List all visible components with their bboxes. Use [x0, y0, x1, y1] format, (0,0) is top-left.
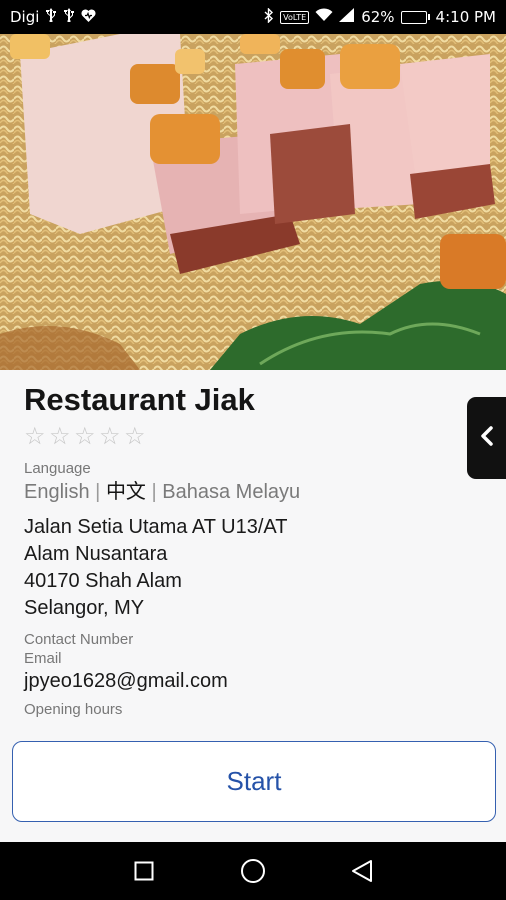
- language-selector: English | 中文 | Bahasa Melayu: [24, 480, 506, 504]
- usb-icon: [63, 8, 75, 26]
- restaurant-name: Restaurant Jiak: [24, 382, 255, 417]
- language-option-english[interactable]: English: [24, 481, 90, 503]
- restaurant-details: Restaurant Jiak ☆ ☆ ☆ ☆ ☆ Language Engli…: [0, 370, 506, 842]
- status-right: VoLTE 62% 4:10 PM: [264, 6, 496, 27]
- rating-stars[interactable]: ☆ ☆ ☆ ☆ ☆: [24, 423, 506, 449]
- address-line: Selangor, MY: [24, 597, 145, 619]
- opening-hours-label: Opening hours: [24, 701, 123, 718]
- star-icon[interactable]: ☆: [124, 423, 147, 449]
- home-button[interactable]: [233, 851, 273, 891]
- address-block: Jalan Setia Utama AT U13/AT Alam Nusanta…: [24, 514, 506, 622]
- details-scroll[interactable]: Restaurant Jiak ☆ ☆ ☆ ☆ ☆ Language Engli…: [0, 370, 506, 730]
- back-button[interactable]: [342, 851, 382, 891]
- language-separator: |: [95, 481, 101, 503]
- drawer-toggle[interactable]: [467, 397, 506, 479]
- system-nav-bar: [0, 842, 506, 900]
- star-icon[interactable]: ☆: [49, 423, 72, 449]
- status-left: Digi: [10, 8, 96, 26]
- language-separator: |: [151, 481, 157, 503]
- carrier-label: Digi: [10, 8, 40, 26]
- language-option-malay[interactable]: Bahasa Melayu: [162, 481, 300, 503]
- battery-percent: 62%: [361, 8, 395, 26]
- recents-button[interactable]: [124, 851, 164, 891]
- wifi-icon: [315, 8, 333, 26]
- address-line: Jalan Setia Utama AT U13/AT: [24, 516, 288, 538]
- volte-icon: VoLTE: [280, 10, 310, 24]
- language-label: Language: [24, 460, 91, 477]
- star-icon[interactable]: ☆: [74, 423, 97, 449]
- address-line: 40170 Shah Alam: [24, 570, 182, 592]
- status-bar: Digi VoLTE 62% 4:10 PM: [0, 0, 506, 34]
- start-button[interactable]: Start: [12, 741, 496, 822]
- battery-icon: [400, 10, 430, 24]
- hero-image: [0, 34, 506, 370]
- star-icon[interactable]: ☆: [24, 423, 47, 449]
- heart-icon: [81, 8, 96, 26]
- email-label: Email: [24, 650, 62, 667]
- contact-number-label: Contact Number: [24, 631, 134, 648]
- signal-icon: [339, 8, 355, 26]
- language-option-chinese[interactable]: 中文: [106, 481, 146, 503]
- chevron-left-icon: [480, 426, 494, 450]
- clock: 4:10 PM: [435, 8, 496, 26]
- bluetooth-icon: [264, 6, 274, 27]
- address-line: Alam Nusantara: [24, 543, 168, 565]
- email-value[interactable]: jpyeo1628@gmail.com: [24, 668, 506, 694]
- star-icon[interactable]: ☆: [99, 423, 122, 449]
- usb-icon: [45, 8, 57, 26]
